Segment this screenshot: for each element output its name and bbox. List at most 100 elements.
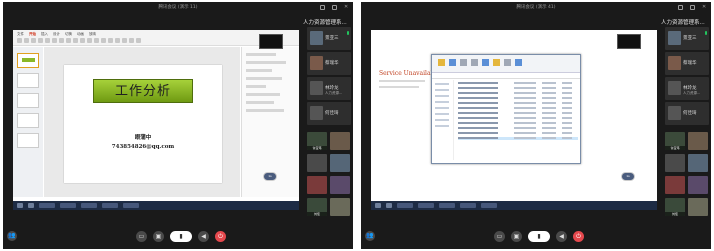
ribbon-tab[interactable]: 文件 (17, 32, 24, 37)
self-video-preview[interactable] (617, 34, 641, 49)
tool-icon[interactable] (80, 38, 85, 43)
end-call-icon[interactable]: ⏻ (215, 231, 226, 242)
tool-icon[interactable] (108, 38, 113, 43)
file-row[interactable] (458, 122, 578, 125)
tree-item[interactable] (435, 95, 449, 97)
tool-icon[interactable] (94, 38, 99, 43)
tool-icon[interactable] (122, 38, 127, 43)
video-thumbnail[interactable] (665, 176, 685, 194)
tool-icon[interactable] (129, 38, 134, 43)
tool-icon[interactable] (66, 38, 71, 43)
taskbar-app[interactable] (460, 203, 476, 208)
participant-card[interactable]: 景亚三 (665, 27, 709, 50)
video-thumbnail[interactable] (330, 132, 350, 150)
file-row[interactable] (458, 117, 578, 120)
taskbar-app[interactable] (439, 203, 455, 208)
participant-card[interactable]: 林玲龙 人力资源... (665, 77, 709, 100)
taskbar-app[interactable] (102, 203, 118, 208)
ribbon-tab[interactable]: 设计 (53, 32, 60, 37)
video-thumbnail[interactable] (330, 198, 350, 216)
start-icon[interactable] (375, 203, 381, 208)
taskbar-icon[interactable] (28, 203, 34, 208)
file-row-selected[interactable] (458, 137, 578, 140)
taskbar-app[interactable] (39, 203, 55, 208)
file-row[interactable] (458, 112, 578, 115)
close-button[interactable]: ✕ (702, 5, 707, 10)
file-row[interactable] (458, 97, 578, 100)
self-video-preview[interactable] (259, 34, 283, 49)
tree-item[interactable] (435, 89, 449, 91)
maximize-button[interactable] (332, 5, 337, 10)
video-bubble[interactable]: 1s (621, 172, 635, 181)
taskbar-app[interactable] (397, 203, 413, 208)
record-icon[interactable]: ▣ (511, 231, 522, 242)
minimize-button[interactable] (678, 5, 683, 10)
participants-icon[interactable]: 👥 (365, 231, 375, 241)
video-thumbnail[interactable] (330, 154, 350, 172)
microphone-icon[interactable]: ▮ (528, 231, 550, 242)
tree-item[interactable] (435, 113, 449, 115)
tool-icon[interactable] (87, 38, 92, 43)
file-row[interactable] (458, 107, 578, 110)
tool-icon[interactable] (52, 38, 57, 43)
taskbar-app[interactable] (81, 203, 97, 208)
participant-card[interactable]: 蔡瑞华 (307, 52, 351, 75)
minimize-button[interactable] (320, 5, 325, 10)
tool-icon[interactable] (59, 38, 64, 43)
tool-icon[interactable] (38, 38, 43, 43)
participant-card[interactable]: 蔡瑞华 (665, 52, 709, 75)
ribbon-tab[interactable]: 插入 (41, 32, 48, 37)
video-thumbnail[interactable]: 许宝玮 (665, 132, 685, 150)
ribbon-tab[interactable]: 动画 (77, 32, 84, 37)
video-thumbnail[interactable] (307, 154, 327, 172)
taskbar-app[interactable] (481, 203, 497, 208)
file-row[interactable] (458, 87, 578, 90)
microphone-icon[interactable]: ▮ (170, 231, 192, 242)
maximize-button[interactable] (690, 5, 695, 10)
slide-title-box[interactable]: 工作分析 (93, 79, 193, 103)
participant-card[interactable]: 林玲龙 人力资源... (307, 77, 351, 100)
speaker-icon[interactable]: ◀ (556, 231, 567, 242)
participant-card[interactable]: 景亚三 (307, 27, 351, 50)
participant-card[interactable]: 何佳琦 (307, 102, 351, 125)
participant-card[interactable]: 何佳琦 (665, 102, 709, 125)
file-row[interactable] (458, 132, 578, 135)
ribbon-tab[interactable]: 开始 (29, 32, 36, 37)
tool-icon[interactable] (101, 38, 106, 43)
video-thumbnail[interactable] (688, 198, 708, 216)
tool-icon[interactable] (17, 38, 22, 43)
address-bar[interactable] (432, 73, 580, 79)
file-row[interactable] (458, 92, 578, 95)
tree-item[interactable] (435, 83, 449, 85)
tool-icon[interactable] (31, 38, 36, 43)
file-row[interactable] (458, 102, 578, 105)
ribbon-tab[interactable]: 放映 (89, 32, 96, 37)
video-thumbnail[interactable]: 许宝玮 (307, 132, 327, 150)
close-button[interactable]: ✕ (344, 5, 349, 10)
slide-thumbnail[interactable] (17, 133, 39, 148)
taskbar-icon[interactable] (386, 203, 392, 208)
video-thumbnail[interactable] (330, 176, 350, 194)
taskbar-app[interactable] (123, 203, 139, 208)
tree-item[interactable] (435, 125, 449, 127)
taskbar-app[interactable] (60, 203, 76, 208)
tool-icon[interactable] (45, 38, 50, 43)
tree-item[interactable] (435, 101, 449, 103)
file-row[interactable] (458, 127, 578, 130)
tool-icon[interactable] (136, 38, 141, 43)
ribbon-tab[interactable]: 切换 (65, 32, 72, 37)
speaker-icon[interactable]: ◀ (198, 231, 209, 242)
slide-thumbnail[interactable] (17, 53, 39, 68)
share-screen-icon[interactable]: ▭ (494, 231, 505, 242)
video-thumbnail[interactable]: 刘佳 (665, 198, 685, 216)
slide-canvas[interactable]: 工作分析 眼蒲中 743854826@qq.com (64, 65, 222, 183)
video-thumbnail[interactable] (665, 154, 685, 172)
file-row[interactable] (458, 82, 578, 85)
tool-icon[interactable] (73, 38, 78, 43)
video-bubble[interactable]: 1s (263, 172, 277, 181)
tree-item[interactable] (435, 107, 449, 109)
share-screen-icon[interactable]: ▭ (136, 231, 147, 242)
start-icon[interactable] (17, 203, 23, 208)
record-icon[interactable]: ▣ (153, 231, 164, 242)
taskbar-app[interactable] (418, 203, 434, 208)
